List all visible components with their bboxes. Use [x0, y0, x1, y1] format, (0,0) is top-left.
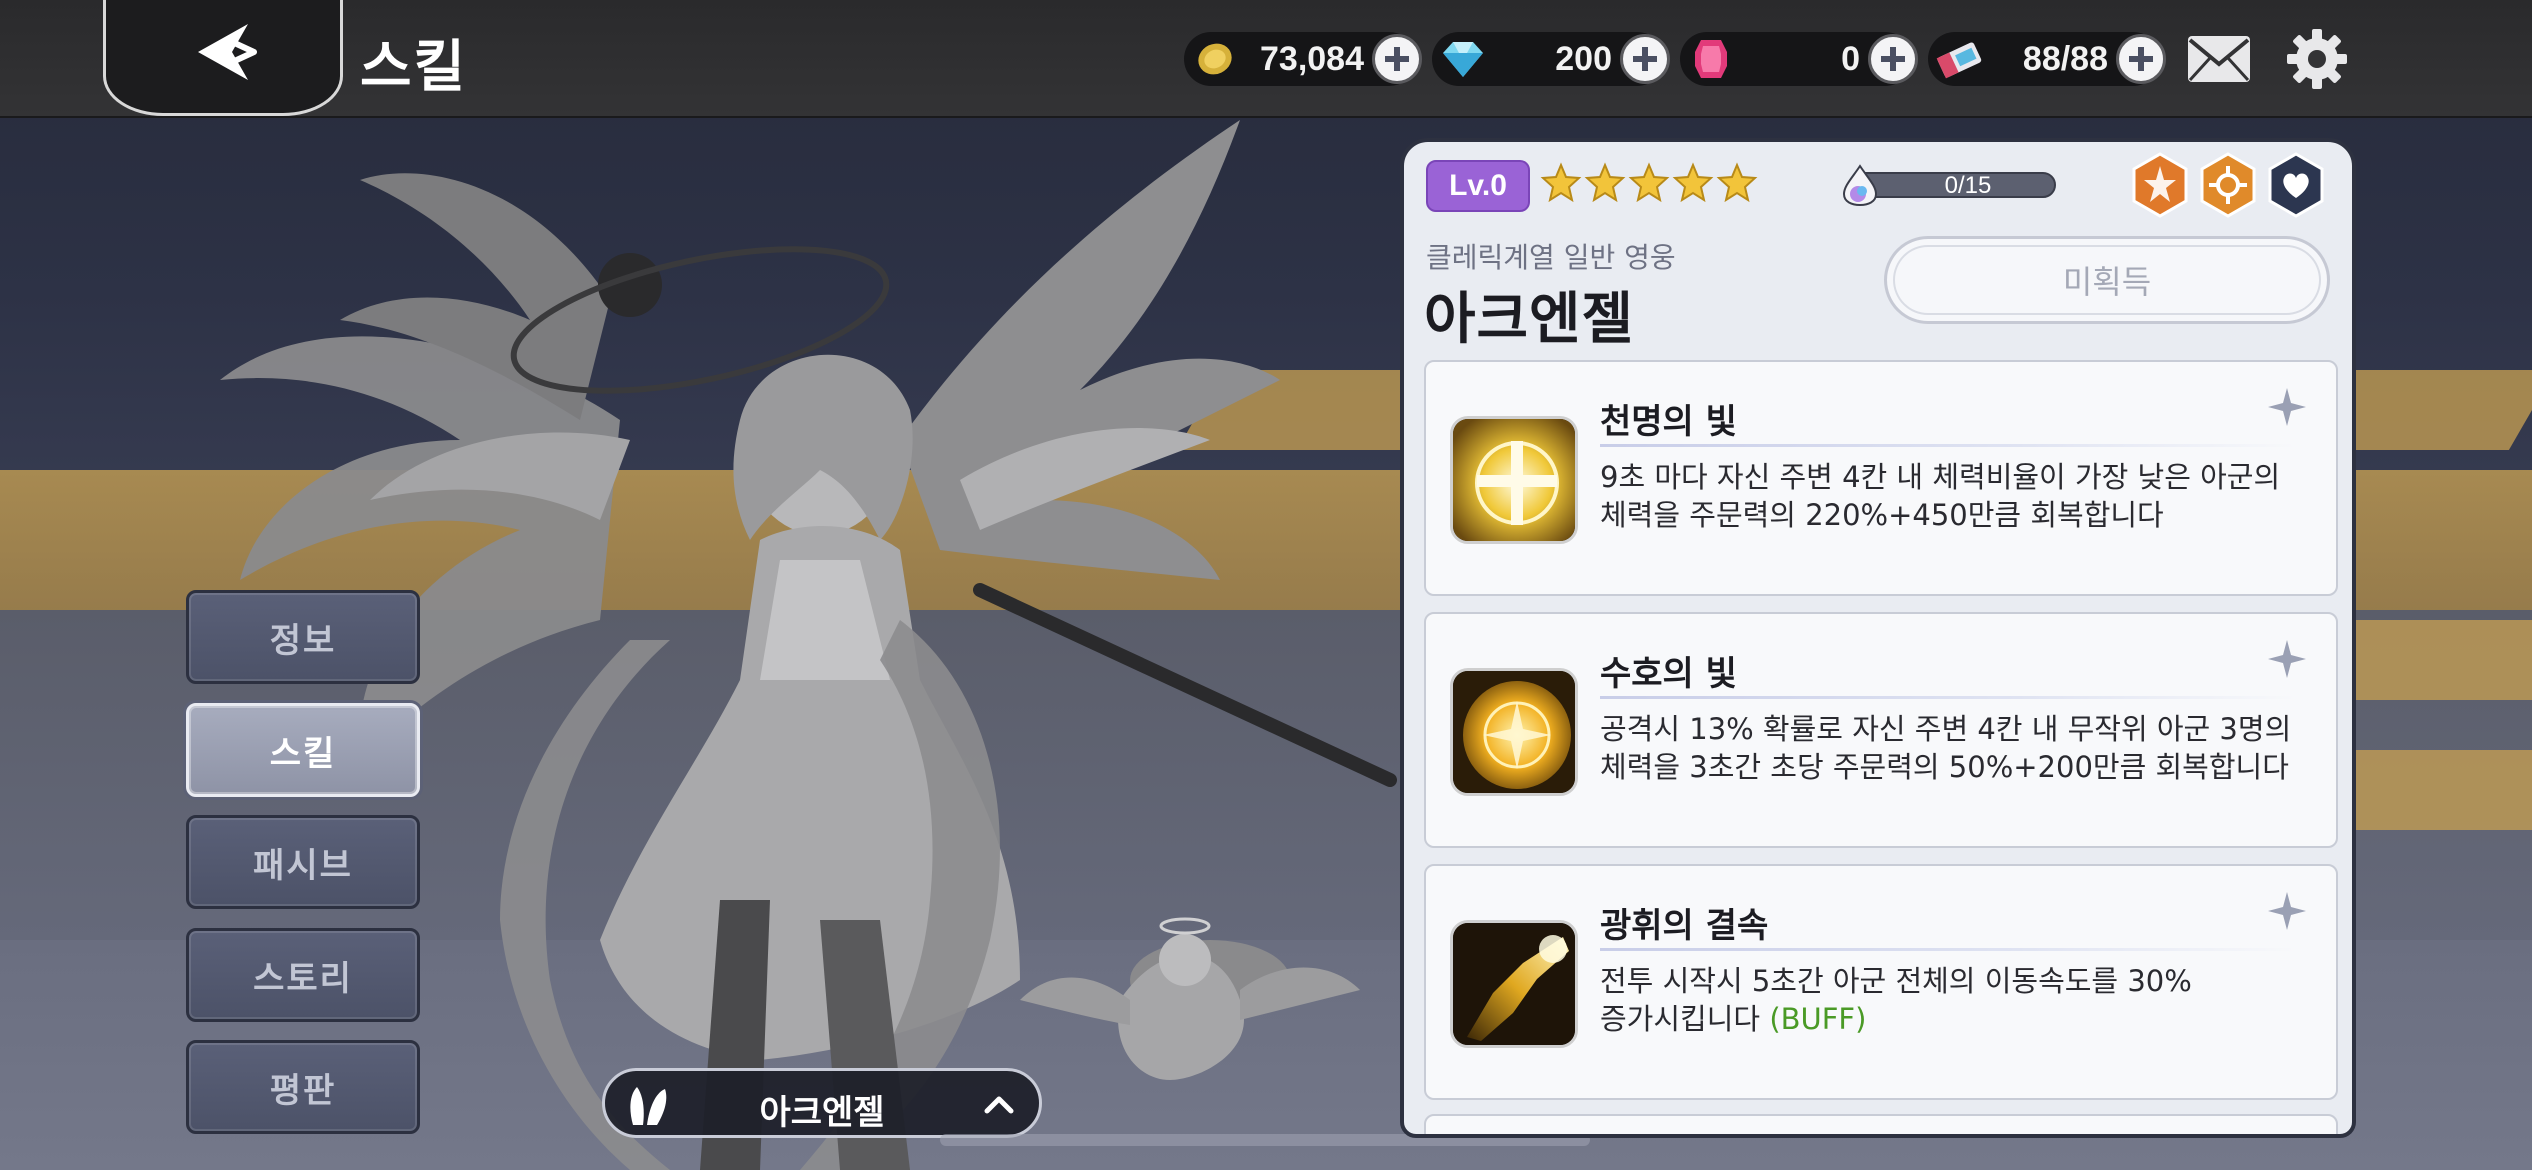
plus-icon [1633, 47, 1657, 71]
skill-card[interactable]: 광휘의 결속 전투 시작시 5초간 아군 전체의 이동속도를 30% 증가시킵니… [1424, 864, 2338, 1100]
skill-name: 광휘의 결속 [1600, 906, 1769, 946]
star-rating [1540, 162, 1758, 204]
ruby-amount: 0 [1841, 40, 1860, 78]
star-icon [1716, 162, 1758, 203]
plus-icon [1881, 47, 1905, 71]
gear-icon[interactable] [2286, 28, 2348, 90]
diamond-amount: 200 [1555, 40, 1612, 78]
skill-name: 수호의 빛 [1600, 654, 1737, 694]
soul-drop-icon [1842, 164, 1878, 206]
add-gold-button[interactable] [1372, 34, 1422, 84]
skill-description: 공격시 13% 확률로 자신 주변 4칸 내 무작위 아군 3명의 체력을 3초… [1600, 712, 2292, 784]
skill-card[interactable]: 수호의 빛 공격시 13% 확률로 자신 주변 4칸 내 무작위 아군 3명의 … [1424, 612, 2338, 848]
character-name: 아크엔젤 [759, 1093, 885, 1133]
currency-stamina: 88/88 [1928, 32, 2166, 86]
gold-amount: 73,084 [1260, 40, 1364, 78]
add-ruby-button[interactable] [1868, 34, 1918, 84]
star-icon [1672, 162, 1714, 203]
star-icon [1540, 162, 1582, 203]
exp-value: 0/15 [1944, 172, 1992, 199]
heart-role-icon [2268, 152, 2324, 218]
skill-panel: Lv.0 0/15 클레릭계열 일반 영웅 아크엔젤 미획득 천명의 빛 9초 … [1400, 138, 2356, 1138]
light-element-icon [2200, 152, 2256, 218]
holy-cross-skill-icon [1450, 416, 1578, 544]
star-icon [1584, 162, 1626, 203]
radiant-bond-skill-icon [1450, 920, 1578, 1048]
currency-ruby: 0 [1680, 32, 1918, 86]
plus-icon [1385, 47, 1409, 71]
cleric-class-icon [2132, 152, 2188, 218]
currency-diamond: 200 [1432, 32, 1670, 86]
skill-description: 9초 마다 자신 주변 4칸 내 체력비율이 가장 낮은 아군의 체력을 주문력… [1600, 460, 2281, 532]
chevron-up-icon [984, 1096, 1014, 1114]
tab-passive[interactable]: 패시브 [186, 815, 420, 909]
exp-bar: 0/15 [1840, 164, 2056, 206]
plus-icon [2129, 47, 2153, 71]
tab-skill[interactable]: 스킬 [186, 703, 420, 797]
hero-name: 아크엔젤 [1424, 287, 1635, 352]
stamina-amount: 88/88 [2022, 40, 2108, 78]
sparkle-icon[interactable] [2266, 386, 2308, 428]
level-badge: Lv.0 [1426, 160, 1530, 212]
currency-gold: 73,084 [1184, 32, 1422, 86]
back-button[interactable] [103, 0, 343, 116]
ticket-icon [1932, 34, 1986, 84]
diamond-icon [1436, 34, 1490, 84]
guardian-sun-skill-icon [1450, 668, 1578, 796]
star-icon [1628, 162, 1670, 203]
top-bar: 스킬 73,084 200 0 88/88 [0, 0, 2532, 118]
tab-info[interactable]: 정보 [186, 590, 420, 684]
sparkle-icon[interactable] [2266, 890, 2308, 932]
mail-icon[interactable] [2186, 34, 2252, 84]
character-selector[interactable]: 아크엔젤 [602, 1068, 1042, 1138]
sparkle-icon[interactable] [2266, 638, 2308, 680]
page-title: 스킬 [360, 35, 468, 100]
skill-card [1424, 1114, 2338, 1134]
skill-description: 전투 시작시 5초간 아군 전체의 이동속도를 30% 증가시킵니다 (BUFF… [1600, 964, 2192, 1036]
add-stamina-button[interactable] [2116, 34, 2166, 84]
skill-card[interactable]: 천명의 빛 9초 마다 자신 주변 4칸 내 체력비율이 가장 낮은 아군의 체… [1424, 360, 2338, 596]
gold-coin-icon [1188, 34, 1242, 84]
skill-name: 천명의 빛 [1600, 402, 1737, 442]
add-diamond-button[interactable] [1620, 34, 1670, 84]
ruby-gem-icon [1684, 34, 1738, 84]
buff-tag: (BUFF) [1769, 1002, 1867, 1036]
tab-reputation[interactable]: 평판 [186, 1040, 420, 1134]
tab-story[interactable]: 스토리 [186, 928, 420, 1022]
hero-class-label: 클레릭계열 일반 영웅 [1426, 241, 1676, 274]
unacquired-button[interactable]: 미획득 [1884, 236, 2330, 324]
back-arrow-icon [198, 23, 257, 80]
